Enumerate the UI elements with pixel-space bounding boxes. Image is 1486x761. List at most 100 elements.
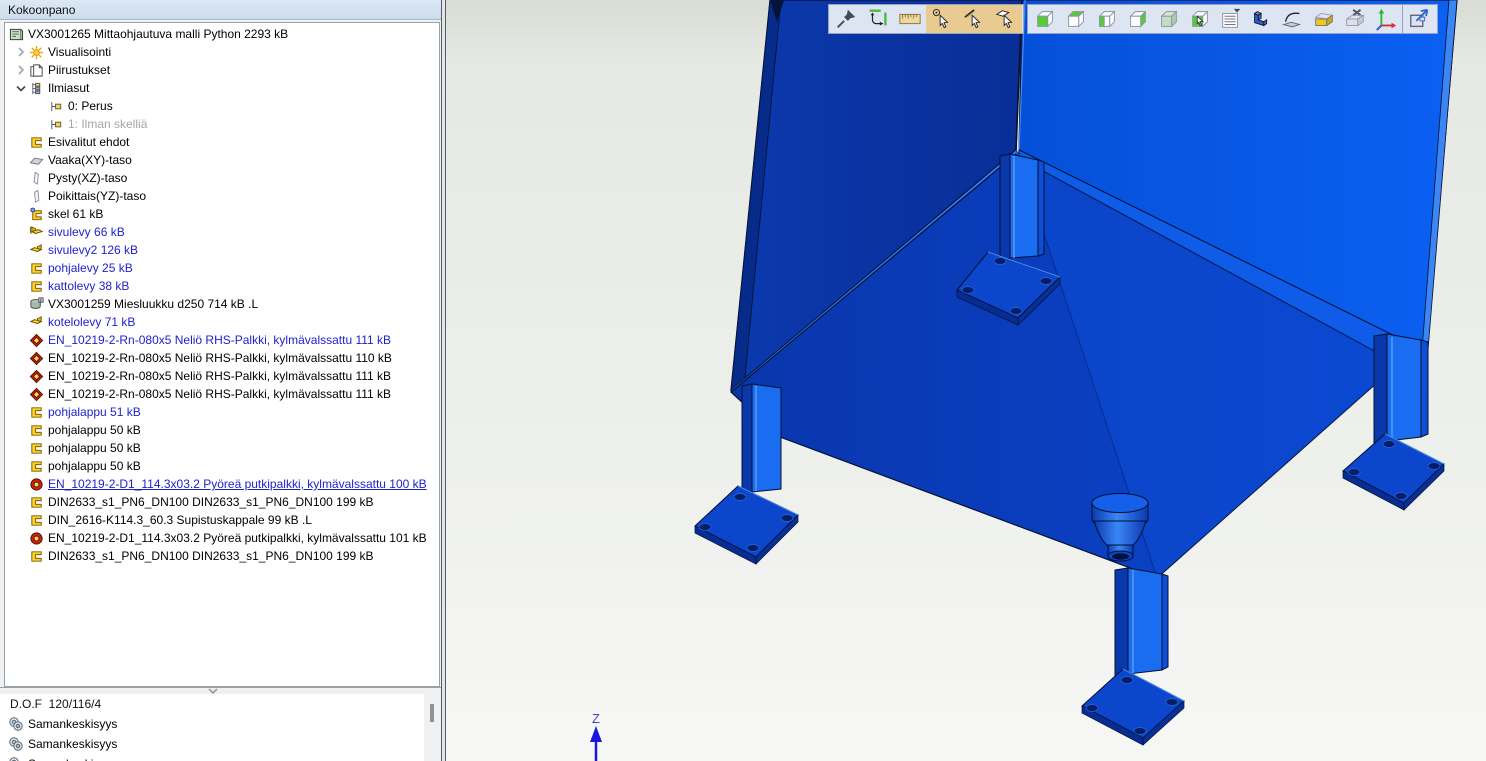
assembly-icon <box>9 27 27 42</box>
tree-item[interactable]: Vaaka(XY)-taso <box>5 151 439 169</box>
fit-toolbar <box>1402 4 1438 34</box>
view-front-button[interactable] <box>1029 6 1060 32</box>
tree-item-label: EN_10219-2-Rn-080x5 Neliö RHS-Palkki, ky… <box>47 333 391 347</box>
arrow-spacer <box>13 350 29 366</box>
tree-item[interactable]: VX3001259 Miesluukku d250 714 kB .L <box>5 295 439 313</box>
snap-center-button[interactable] <box>926 5 958 33</box>
tree-item-label: kotelolevy 71 kB <box>47 315 135 329</box>
expand-arrow-icon[interactable] <box>13 44 29 60</box>
tree-item[interactable]: EN_10219-2-Rn-080x5 Neliö RHS-Palkki, ky… <box>5 385 439 403</box>
tree-item[interactable]: VX3001265 Mittaohjautuva malli Python 22… <box>5 25 439 43</box>
tree-item-label: Pysty(XZ)-taso <box>47 171 127 185</box>
tree-item[interactable]: pohjalappu 50 kB <box>5 457 439 475</box>
tree-item[interactable]: Visualisointi <box>5 43 439 61</box>
tree-item[interactable]: EN_10219-2-Rn-080x5 Neliö RHS-Palkki, ky… <box>5 349 439 367</box>
constraint-item[interactable]: Samankeskisyys <box>0 754 441 761</box>
arrow-spacer <box>13 224 29 240</box>
tree-item-label: pohjalappu 50 kB <box>47 423 141 437</box>
display-list-button[interactable] <box>1215 6 1246 32</box>
tree-item[interactable]: sivulevy2 126 kB <box>5 241 439 259</box>
tree-item-label: VX3001265 Mittaohjautuva malli Python 22… <box>27 27 288 41</box>
panel-border[interactable] <box>441 0 446 761</box>
tree-item[interactable]: skel 61 kB <box>5 205 439 223</box>
constraint-label: Samankeskisyys <box>28 757 117 761</box>
tree-item[interactable]: DIN2633_s1_PN6_DN100 DIN2633_s1_PN6_DN10… <box>5 493 439 511</box>
tree-item[interactable]: EN_10219-2-Rn-080x5 Neliö RHS-Palkki, ky… <box>5 367 439 385</box>
tree-item[interactable]: 1: Ilman skelliä <box>5 115 439 133</box>
tree-item[interactable]: Esivalitut ehdot <box>5 133 439 151</box>
profile-c-icon <box>29 459 47 474</box>
arrow-spacer <box>13 170 29 186</box>
beam-rd-icon <box>29 531 47 546</box>
collapse-arrow-icon[interactable] <box>13 80 29 96</box>
arrow-spacer <box>13 260 29 276</box>
tree-item-label: Poikittais(YZ)-taso <box>47 189 146 203</box>
sun-icon <box>29 45 47 60</box>
view-toolbar <box>1027 4 1403 34</box>
tree-item-label: DIN2633_s1_PN6_DN100 DIN2633_s1_PN6_DN10… <box>47 549 374 563</box>
tree-item[interactable]: 0: Perus <box>5 97 439 115</box>
snap-toolbar <box>828 4 1024 34</box>
view-right-button[interactable] <box>1122 6 1153 32</box>
beam-sq-icon <box>29 351 47 366</box>
tree-item[interactable]: sivulevy 66 kB <box>5 223 439 241</box>
snap-line-button[interactable] <box>958 5 990 33</box>
bend-tool-button[interactable] <box>1277 6 1308 32</box>
tree-item[interactable]: Piirustukset <box>5 61 439 79</box>
tree-item-label: 1: Ilman skelliä <box>67 117 147 131</box>
constraint-label: Samankeskisyys <box>28 737 117 751</box>
measure-button[interactable] <box>862 6 894 32</box>
tree-item[interactable]: pohjalappu 51 kB <box>5 403 439 421</box>
tree-item[interactable]: EN_10219-2-D1_114.3x03.2 Pyöreä putkipal… <box>5 475 439 493</box>
tree-item[interactable]: pohjalevy 25 kB <box>5 259 439 277</box>
tree-item[interactable]: Pysty(XZ)-taso <box>5 169 439 187</box>
constraints-panel: D.O.F 120/116/4 SamankeskisyysSamankeski… <box>0 694 441 761</box>
arrow-spacer <box>13 440 29 456</box>
box-open-button[interactable] <box>1308 6 1339 32</box>
constraints-scrollbar[interactable] <box>424 694 441 761</box>
tree-item[interactable]: DIN2633_s1_PN6_DN100 DIN2633_s1_PN6_DN10… <box>5 547 439 565</box>
dof-label: D.O.F <box>10 697 42 711</box>
tree-item[interactable]: kattolevy 38 kB <box>5 277 439 295</box>
tree-item-label: EN_10219-2-Rn-080x5 Neliö RHS-Palkki, ky… <box>47 351 392 365</box>
tree-item-label: DIN_2616-K114.3_60.3 Supistuskappale 99 … <box>47 513 312 527</box>
arrow-spacer <box>13 386 29 402</box>
expand-arrow-icon[interactable] <box>13 62 29 78</box>
scrollbar-thumb[interactable] <box>430 704 434 722</box>
tree-item[interactable]: Ilmiasut <box>5 79 439 97</box>
view-top-button[interactable] <box>1060 6 1091 32</box>
ruler-button[interactable] <box>894 6 926 32</box>
arrow-spacer <box>13 548 29 564</box>
tree-item[interactable]: pohjalappu 50 kB <box>5 421 439 439</box>
tree-item[interactable]: DIN_2616-K114.3_60.3 Supistuskappale 99 … <box>5 511 439 529</box>
assembly-tree[interactable]: VX3001265 Mittaohjautuva malli Python 22… <box>4 22 440 687</box>
tree-item[interactable]: EN_10219-2-D1_114.3x03.2 Pyöreä putkipal… <box>5 529 439 547</box>
beam-sq-icon <box>29 369 47 384</box>
profile-c-icon <box>29 549 47 564</box>
concentric-icon <box>8 756 28 761</box>
tree-item[interactable]: Poikittais(YZ)-taso <box>5 187 439 205</box>
arrow-spacer <box>13 458 29 474</box>
constraint-item[interactable]: Samankeskisyys <box>0 734 441 754</box>
view-left-button[interactable] <box>1091 6 1122 32</box>
zoom-fit-button[interactable] <box>1404 6 1436 32</box>
tree-item[interactable]: EN_10219-2-Rn-080x5 Neliö RHS-Palkki, ky… <box>5 331 439 349</box>
tree-item[interactable]: kotelolevy 71 kB <box>5 313 439 331</box>
constraint-item[interactable]: Samankeskisyys <box>0 714 441 734</box>
3d-viewport[interactable]: Z <box>446 0 1486 761</box>
tree-item-label: DIN2633_s1_PN6_DN100 DIN2633_s1_PN6_DN10… <box>47 495 374 509</box>
view-iso-button[interactable] <box>1153 6 1184 32</box>
box-delete-button[interactable] <box>1339 6 1370 32</box>
arrow-spacer <box>13 296 29 312</box>
tree-item[interactable]: pohjalappu 50 kB <box>5 439 439 457</box>
view-select-button[interactable] <box>1184 6 1215 32</box>
coordinate-axes-button[interactable] <box>1370 6 1401 32</box>
sheet-part-button[interactable] <box>1246 6 1277 32</box>
z-axis-label: Z <box>592 711 600 726</box>
arrow-spacer <box>13 242 29 258</box>
states-icon <box>29 81 47 96</box>
snap-plane-button[interactable] <box>990 5 1022 33</box>
pin-button[interactable] <box>830 6 862 32</box>
cond-icon <box>29 135 47 150</box>
tree-item-label: EN_10219-2-Rn-080x5 Neliö RHS-Palkki, ky… <box>47 387 391 401</box>
